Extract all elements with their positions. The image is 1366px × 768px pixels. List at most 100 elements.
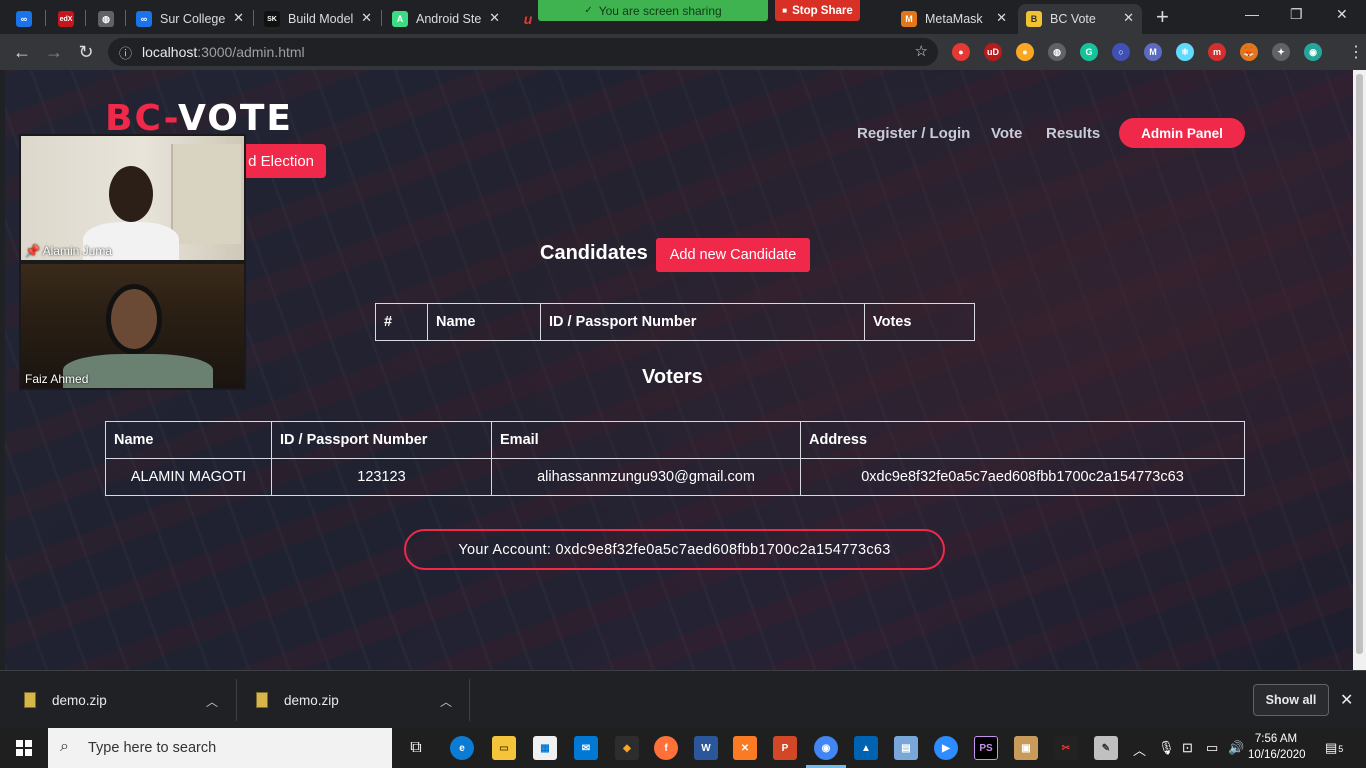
extension-icon[interactable]: ✦ (1272, 43, 1290, 61)
table-header-row: # Name ID / Passport Number Votes (375, 303, 975, 341)
extension-icon[interactable]: ◍ (1048, 43, 1066, 61)
extension-icon[interactable]: G (1080, 43, 1098, 61)
extension-icon[interactable]: ⚛ (1176, 43, 1194, 61)
restore-icon[interactable]: ❐ (1290, 6, 1303, 23)
voters-title: Voters (642, 366, 703, 388)
table-header-row: Name ID / Passport Number Email Address (105, 421, 1245, 459)
close-icon[interactable]: ✕ (1123, 10, 1134, 26)
stop-share-label: Stop Share (792, 4, 853, 17)
start-button[interactable] (0, 728, 48, 768)
download-item-2[interactable]: demo.zip ︿ (256, 671, 452, 729)
notification-icon[interactable]: ▤5 (1325, 740, 1343, 756)
phpstorm-icon[interactable]: PS (974, 736, 998, 760)
scrollbar-thumb[interactable] (1356, 74, 1363, 654)
video-tile-1[interactable]: 📌 Alamin Juma (19, 134, 246, 262)
voters-table: Name ID / Passport Number Email Address … (105, 421, 1245, 496)
chevron-up-icon[interactable]: ︿ (1133, 740, 1146, 759)
tab-3[interactable]: ◍ (90, 4, 124, 34)
edge-icon[interactable]: e (450, 736, 474, 760)
reload-icon[interactable]: ↻ (76, 42, 96, 62)
battery-icon[interactable]: ▭ (1206, 740, 1218, 756)
column-header-id: ID / Passport Number (271, 421, 492, 459)
new-tab-button[interactable]: + (1156, 4, 1169, 30)
video-tile-2[interactable]: Faiz Ahmed (19, 262, 246, 390)
chrome-icon[interactable]: ◉ (814, 736, 838, 760)
tab-2[interactable]: edX (50, 4, 84, 34)
virtualbox-icon[interactable]: ▣ (1014, 736, 1038, 760)
clock[interactable]: 7:56 AM 10/16/2020 (1248, 731, 1306, 763)
word-icon[interactable]: W (694, 736, 718, 760)
tab-favicon-icon: ∞ (136, 11, 152, 27)
participant-name-2: Faiz Ahmed (25, 372, 89, 386)
address-bar[interactable]: ⓘ localhost:3000/admin.html ☆ (108, 38, 938, 66)
chevron-up-icon[interactable]: ︿ (440, 693, 452, 710)
info-icon: ⓘ (119, 46, 133, 61)
tab-bc-vote[interactable]: B BC Vote ✕ (1018, 4, 1142, 34)
nav-register-login[interactable]: Register / Login (857, 125, 970, 142)
photos-icon[interactable]: ▲ (854, 736, 878, 760)
app-logo[interactable]: BC-VOTE (105, 98, 293, 139)
show-all-button[interactable]: Show all (1253, 684, 1329, 716)
task-view-icon[interactable]: ⧉ (404, 736, 428, 760)
menu-icon[interactable]: ⋮ (1348, 42, 1364, 62)
file-explorer-icon[interactable]: ▭ (492, 736, 516, 760)
network-status-icon[interactable]: ⊡ (1182, 740, 1193, 756)
back-icon[interactable]: ← (12, 42, 32, 62)
admin-panel-button[interactable]: Admin Panel (1119, 118, 1245, 148)
mail-icon[interactable]: ✉ (574, 736, 598, 760)
extension-icon[interactable]: M (1144, 43, 1162, 61)
add-candidate-button[interactable]: Add new Candidate (656, 238, 810, 272)
tab-label: BC Vote (1050, 12, 1096, 26)
zoom-icon[interactable]: ▶ (934, 736, 958, 760)
firefox-icon[interactable]: f (654, 736, 678, 760)
close-icon[interactable]: ✕ (233, 10, 244, 26)
tab-1[interactable]: ∞ (8, 4, 44, 34)
windows-logo-icon (16, 740, 32, 756)
minimize-icon[interactable]: — (1245, 6, 1259, 22)
extension-icon[interactable]: uD (984, 43, 1002, 61)
tab-label: Build Model (288, 12, 354, 26)
bookmark-star-icon[interactable]: ☆ (915, 42, 928, 60)
tab-sur-college[interactable]: ∞ Sur College ✕ (128, 4, 252, 34)
close-icon[interactable]: ✕ (996, 10, 1007, 26)
store-icon[interactable]: ▦ (533, 736, 557, 760)
taskbar-search-input[interactable]: ⌕ Type here to search (48, 728, 392, 768)
page-scrollbar[interactable] (1353, 70, 1366, 670)
voter-id-cell: 123123 (271, 458, 492, 496)
downloads-bar: demo.zip ︿ demo.zip ︿ Show all ✕ (0, 670, 1366, 728)
extension-icon[interactable]: 🦊 (1240, 43, 1258, 61)
xampp-icon[interactable]: ✕ (733, 736, 757, 760)
tab-build-model[interactable]: SK Build Model ✕ (256, 4, 380, 34)
close-icon[interactable]: ✕ (361, 10, 372, 26)
download-item-1[interactable]: demo.zip ︿ (24, 671, 218, 729)
nav-vote[interactable]: Vote (991, 125, 1022, 142)
extension-icon[interactable]: m (1208, 43, 1226, 61)
paint-icon[interactable]: ✎ (1094, 736, 1118, 760)
close-downloads-icon[interactable]: ✕ (1340, 690, 1353, 710)
column-header-name: Name (427, 303, 541, 341)
tab-metamask[interactable]: M MetaMask ✕ (893, 4, 1015, 34)
column-header-address: Address (800, 421, 1245, 459)
extension-icon[interactable]: ● (1016, 43, 1034, 61)
chevron-up-icon[interactable]: ︿ (206, 693, 218, 710)
account-badge: Your Account: 0xdc9e8f32fe0a5c7aed608fbb… (404, 529, 945, 570)
close-icon[interactable]: ✕ (489, 10, 500, 26)
control-panel-icon[interactable]: ▤ (894, 736, 918, 760)
sourcetree-icon[interactable]: ◆ (615, 736, 639, 760)
nav-results[interactable]: Results (1046, 125, 1100, 142)
microphone-icon[interactable]: 🎙 (1158, 740, 1175, 756)
forward-icon[interactable]: → (44, 42, 64, 62)
candidates-table: # Name ID / Passport Number Votes (375, 303, 975, 341)
screen-sharing-text: You are screen sharing (598, 3, 722, 18)
tab-android-studio[interactable]: A Android Ste ✕ (384, 4, 508, 34)
powerpoint-icon[interactable]: P (773, 736, 797, 760)
volume-icon[interactable]: 🔊 (1228, 740, 1244, 756)
extension-icon[interactable]: ● (952, 43, 970, 61)
logo-red-part: BC- (105, 98, 179, 139)
tab-favicon-icon: A (392, 11, 408, 27)
extension-icon[interactable]: ◉ (1304, 43, 1322, 61)
stop-share-button[interactable]: ■ Stop Share (775, 0, 860, 21)
extension-icon[interactable]: ○ (1112, 43, 1130, 61)
tool-icon[interactable]: ✂ (1054, 736, 1078, 760)
window-close-icon[interactable]: ✕ (1336, 6, 1348, 23)
